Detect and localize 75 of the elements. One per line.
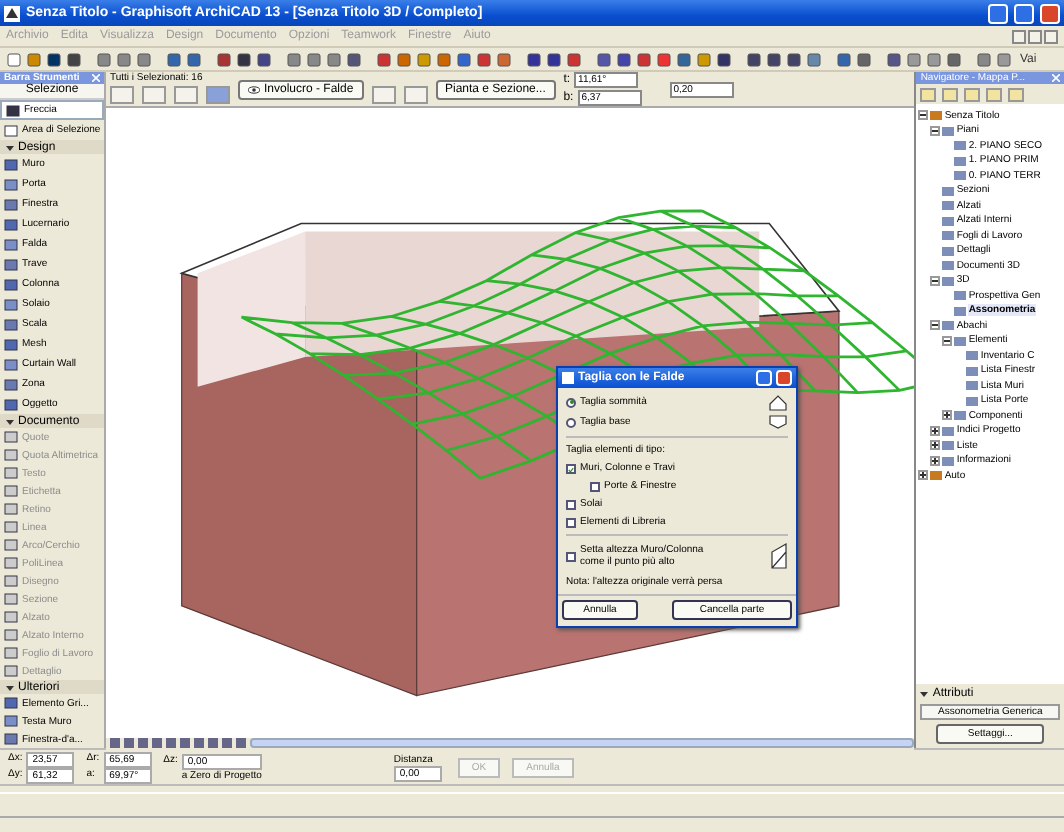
toolbar-button[interactable]: [836, 51, 852, 67]
radio-button[interactable]: [566, 397, 576, 407]
toolbar-button[interactable]: [886, 51, 902, 67]
checkbox[interactable]: [566, 517, 576, 527]
toolbar-button[interactable]: [616, 51, 632, 67]
toolbar-button[interactable]: [786, 51, 802, 67]
toolbar-button[interactable]: [66, 51, 82, 67]
layer-button[interactable]: [403, 85, 428, 103]
app-icon: [4, 5, 20, 21]
toolbar-button[interactable]: [186, 51, 202, 67]
collapse-arrow-icon: [920, 690, 929, 698]
horizontal-scrollbar[interactable]: [250, 738, 915, 749]
toolbar-button[interactable]: [136, 51, 152, 67]
toolbar-button[interactable]: [596, 51, 612, 67]
toolbar-button[interactable]: [636, 51, 652, 67]
collapse-arrow-icon: [6, 683, 14, 691]
toolbar-button[interactable]: [306, 51, 322, 67]
toolbar-button[interactable]: [766, 51, 782, 67]
toolbar-button[interactable]: [116, 51, 132, 67]
pen-button[interactable]: [174, 85, 198, 103]
expand-toggle[interactable]: [930, 425, 941, 436]
toolbar-button[interactable]: [676, 51, 692, 67]
geometry-button[interactable]: [142, 85, 166, 103]
collapse-toggle[interactable]: [930, 125, 941, 136]
toolbar-button[interactable]: [256, 51, 272, 67]
toolbar-button[interactable]: [546, 51, 562, 67]
radio-button[interactable]: [566, 417, 576, 427]
toolbar-button[interactable]: [476, 51, 492, 67]
expand-toggle[interactable]: [930, 440, 941, 451]
expand-toggle[interactable]: [930, 455, 941, 466]
collapse-toggle[interactable]: [918, 110, 929, 121]
geometry-button[interactable]: [110, 85, 134, 103]
roof-cut-icon: [768, 394, 788, 430]
toolbar-button[interactable]: [236, 51, 252, 67]
toolbar-button[interactable]: [806, 51, 822, 67]
toolbar-button[interactable]: [526, 51, 542, 67]
collapse-toggle[interactable]: [942, 335, 953, 346]
toolbar-button[interactable]: [716, 51, 732, 67]
expand-toggle[interactable]: [942, 410, 953, 421]
toolbar-button[interactable]: [96, 51, 112, 67]
toolbar-button[interactable]: [46, 51, 62, 67]
toolbar-button[interactable]: [216, 51, 232, 67]
toolbar-button[interactable]: [856, 51, 872, 67]
toolbar-button[interactable]: [346, 51, 362, 67]
toolbar-button[interactable]: [976, 51, 992, 67]
checkbox[interactable]: [566, 463, 576, 473]
collapse-toggle[interactable]: [930, 275, 941, 286]
toolbar-button[interactable]: [396, 51, 412, 67]
collapse-toggle[interactable]: [930, 320, 941, 331]
toolbar-button[interactable]: [456, 51, 472, 67]
toolbar-button[interactable]: [326, 51, 342, 67]
toolbar-button[interactable]: [436, 51, 452, 67]
close-icon[interactable]: [1052, 74, 1060, 82]
toolbar-button[interactable]: [286, 51, 302, 67]
restore-button[interactable]: [1028, 29, 1042, 43]
toolbar-button[interactable]: [946, 51, 962, 67]
eye-icon: [248, 85, 260, 93]
checkbox[interactable]: [566, 551, 576, 561]
toolbar-button[interactable]: [566, 51, 582, 67]
toolbar-button[interactable]: [496, 51, 512, 67]
help-button[interactable]: [756, 370, 772, 386]
expand-toggle[interactable]: [918, 470, 929, 481]
dialog-icon: [562, 372, 574, 384]
collapse-arrow-icon: [6, 417, 14, 425]
checkbox[interactable]: [566, 499, 576, 509]
checkbox[interactable]: [590, 481, 600, 491]
toolbar-button[interactable]: [746, 51, 762, 67]
collapse-arrow-icon: [6, 143, 14, 151]
maximize-button[interactable]: [1014, 3, 1034, 23]
wall-height-icon: [770, 542, 788, 570]
layer-button[interactable]: [371, 85, 396, 103]
close-icon[interactable]: [92, 74, 100, 82]
toolbar-button[interactable]: [376, 51, 392, 67]
toolbar-button[interactable]: [656, 51, 672, 67]
toolbar-button[interactable]: [166, 51, 182, 67]
